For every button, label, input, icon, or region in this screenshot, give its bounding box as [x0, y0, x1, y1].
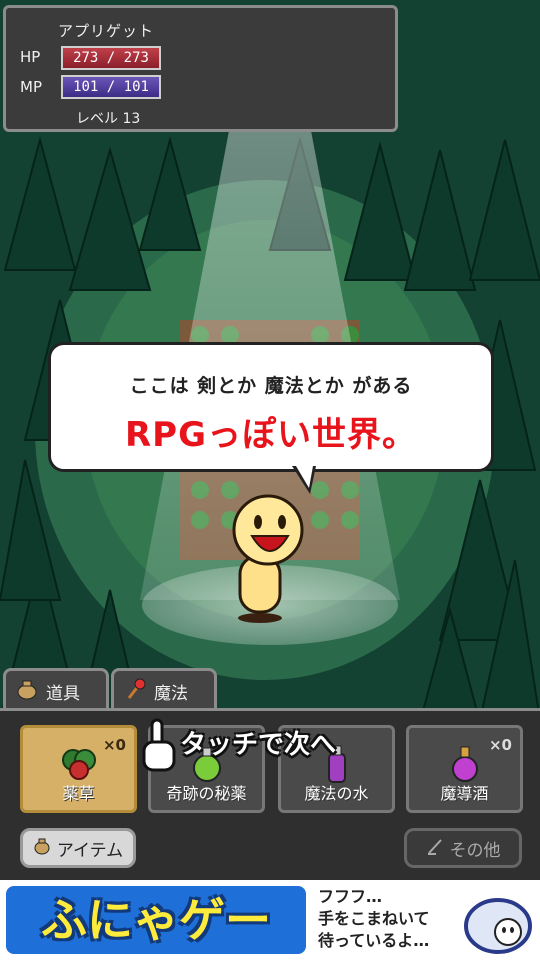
tab-items[interactable]: 道具: [3, 668, 109, 712]
tab-magic-label: 魔法: [154, 684, 188, 704]
item-slot-magic-wine[interactable]: ×0 魔導酒: [406, 725, 523, 813]
tab-magic[interactable]: 魔法: [111, 668, 217, 712]
touch-to-continue-hint: タッチで次へ: [180, 730, 337, 760]
dialog-line-2: RPGっぽい世界。: [124, 415, 417, 455]
speech-bubble[interactable]: ここは 剣とか 魔法とか がある RPGっぽい世界。: [48, 342, 494, 472]
character-name: アプリゲット: [58, 22, 155, 40]
hp-label: HP: [20, 48, 41, 66]
tab-items-label: 道具: [46, 684, 80, 704]
herb-icon: [61, 749, 96, 780]
speech-bubble-tail-inner: [296, 466, 313, 488]
mp-label: MP: [20, 78, 42, 96]
dialog-line-1: ここは 剣とか 魔法とか がある: [129, 375, 413, 397]
item-count: ×0: [488, 736, 512, 754]
item-name: 魔法の水: [304, 784, 369, 803]
ad-text-line-1: フフフ…: [318, 887, 383, 906]
item-count: ×0: [102, 736, 126, 754]
item-button-label: アイテム: [56, 840, 124, 861]
ad-text: フフフ… 手をこまねいて 待っているよ…: [318, 886, 430, 952]
ad-banner[interactable]: ふにゃゲー フフフ… 手をこまねいて 待っているよ…: [0, 880, 540, 960]
other-button[interactable]: その他: [404, 828, 522, 868]
level-label: レベル 13: [76, 111, 141, 127]
other-button-label: その他: [449, 840, 501, 861]
item-slot-herb[interactable]: ×0 薬草: [20, 725, 137, 813]
item-name: 魔導酒: [440, 784, 489, 803]
ad-mascot-icon: [464, 898, 532, 954]
ad-text-line-2: 手をこまねいて: [318, 909, 430, 928]
pointing-hand-icon: [138, 718, 178, 778]
mp-bar: 101 / 101: [61, 75, 161, 99]
bag-icon: [16, 678, 38, 705]
flask-icon: [451, 746, 478, 782]
status-panel: アプリゲット HP 273 / 273 MP 101 / 101 レベル 13: [3, 5, 398, 132]
bag-icon: [33, 837, 51, 860]
item-name: 薬草: [62, 784, 95, 803]
quill-icon: [426, 837, 444, 860]
item-button[interactable]: アイテム: [20, 828, 136, 868]
hp-bar: 273 / 273: [61, 46, 161, 70]
wand-icon: [124, 678, 146, 705]
item-name: 奇跡の秘薬: [166, 784, 247, 803]
ad-text-line-3: 待っているよ…: [318, 931, 430, 950]
ad-logo: ふにゃゲー: [6, 886, 306, 954]
